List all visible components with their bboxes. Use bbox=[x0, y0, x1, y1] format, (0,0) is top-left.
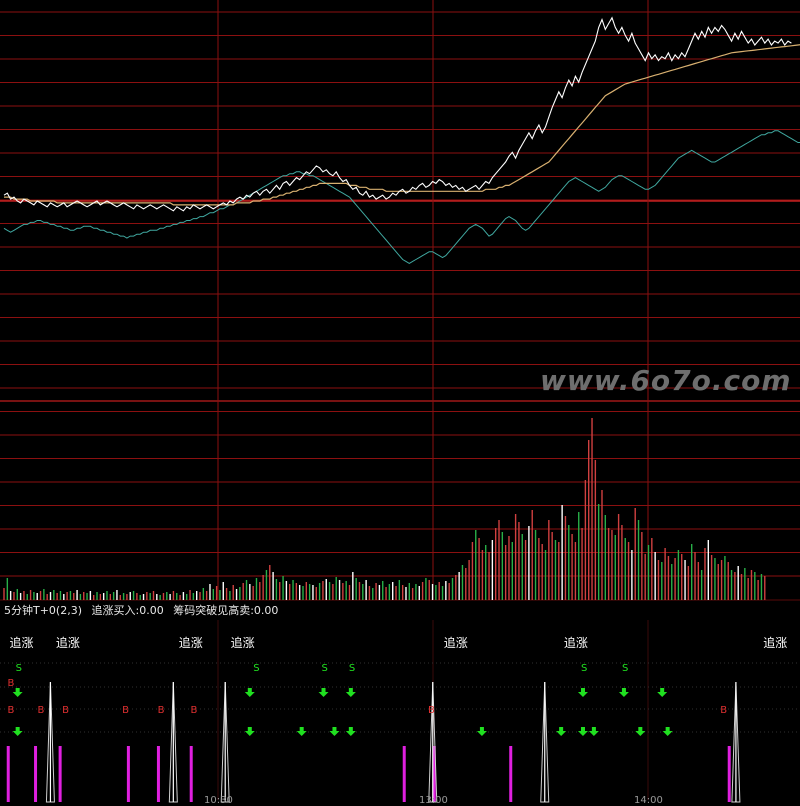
down-arrow-icon bbox=[476, 727, 487, 736]
sell-marker: S bbox=[581, 663, 587, 674]
down-arrow-icon bbox=[296, 727, 307, 736]
buy-marker: B bbox=[7, 705, 14, 716]
chase-label: 追涨 bbox=[9, 636, 34, 650]
time-tick-label: 10:30 bbox=[204, 795, 233, 806]
buy-marker: B bbox=[158, 705, 165, 716]
sell-marker: S bbox=[349, 663, 355, 674]
magenta-bar bbox=[58, 746, 62, 802]
indicator-name: 5分钟T+0(2,3) bbox=[4, 604, 83, 617]
down-arrow-icon bbox=[657, 688, 668, 697]
indicator-header: 5分钟T+0(2,3) 追涨买入:0.00 筹码突破见高卖:0.00 bbox=[4, 602, 284, 618]
chase-label: 追涨 bbox=[763, 636, 788, 650]
magenta-bar bbox=[509, 746, 513, 802]
down-arrow-icon bbox=[345, 727, 356, 736]
sell-marker: S bbox=[253, 663, 259, 674]
chart-canvas: S S S S S SBB B B B B B B B bbox=[0, 0, 800, 803]
down-arrow-icon bbox=[12, 688, 23, 697]
down-arrow-icon bbox=[12, 727, 23, 736]
indicator-buy-value: 追涨买入:0.00 bbox=[91, 604, 164, 617]
time-tick-label: 14:00 bbox=[634, 795, 663, 806]
down-arrow-icon bbox=[662, 727, 673, 736]
sell-marker: S bbox=[622, 663, 628, 674]
sell-marker: S bbox=[16, 663, 22, 674]
watermark: www.6o7o.com bbox=[540, 364, 792, 397]
down-arrow-icon bbox=[556, 727, 567, 736]
buy-marker: B bbox=[720, 705, 727, 716]
down-arrow-icon bbox=[588, 727, 599, 736]
down-arrow-icon bbox=[577, 727, 588, 736]
chase-label: 追涨 bbox=[443, 636, 468, 650]
buy-marker: B bbox=[428, 705, 435, 716]
buy-marker: B bbox=[62, 705, 69, 716]
magenta-bar bbox=[34, 746, 38, 802]
down-arrow-icon bbox=[244, 688, 255, 697]
buy-marker: B bbox=[38, 705, 45, 716]
down-arrow-icon bbox=[244, 727, 255, 736]
chase-label: 追涨 bbox=[178, 636, 203, 650]
buy-marker: B bbox=[190, 705, 197, 716]
down-arrow-icon bbox=[345, 688, 356, 697]
price-series bbox=[3, 16, 792, 212]
chase-label: 追涨 bbox=[55, 636, 80, 650]
down-arrow-icon bbox=[635, 727, 646, 736]
buy-marker: B bbox=[7, 678, 14, 689]
sell-marker: S bbox=[322, 663, 328, 674]
avg-price-series bbox=[4, 44, 800, 206]
buy-marker: B bbox=[122, 705, 129, 716]
down-arrow-icon bbox=[618, 688, 629, 697]
indicator-sell-value: 筹码突破见高卖:0.00 bbox=[173, 604, 279, 617]
down-arrow-icon bbox=[318, 688, 329, 697]
magenta-bar bbox=[727, 746, 731, 802]
magenta-bar bbox=[126, 746, 130, 802]
ma-line-series bbox=[3, 130, 800, 264]
chase-label: 追涨 bbox=[230, 636, 255, 650]
time-tick-label: 13:00 bbox=[419, 795, 448, 806]
magenta-bar bbox=[156, 746, 160, 802]
magenta-bar bbox=[189, 746, 193, 802]
magenta-bar bbox=[6, 746, 10, 802]
chase-label: 追涨 bbox=[563, 636, 588, 650]
down-arrow-icon bbox=[329, 727, 340, 736]
down-arrow-icon bbox=[577, 688, 588, 697]
magenta-bar bbox=[402, 746, 406, 802]
